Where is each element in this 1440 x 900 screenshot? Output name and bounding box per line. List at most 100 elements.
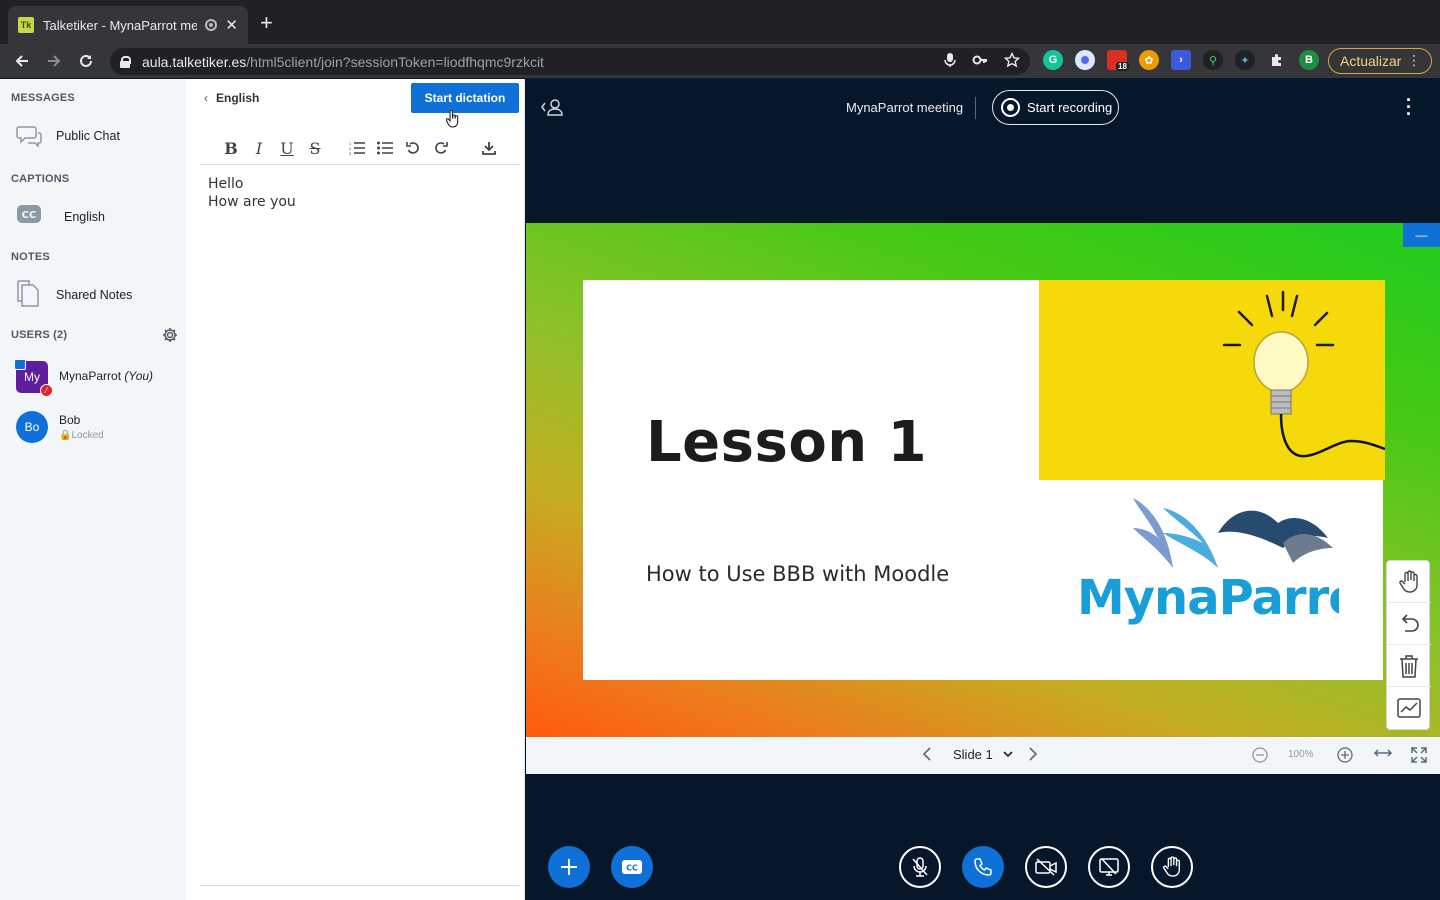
browser-tab-bar: Tk Talketiker - MynaParrot me ✕ + bbox=[0, 0, 1440, 44]
extension-badge: 18 bbox=[1116, 62, 1129, 71]
user-avatar-mynaparrot: My ⁄ bbox=[14, 359, 53, 397]
extension-pin-icon[interactable]: ✦ bbox=[1235, 50, 1255, 70]
meeting-title: MynaParrot meeting bbox=[846, 100, 964, 115]
zoom-level: 100% bbox=[1288, 749, 1314, 760]
logo-wordmark: MynaParrot bbox=[1077, 570, 1339, 626]
main-presentation-area: MynaParrot meeting Start recording · · · L… bbox=[526, 79, 1440, 900]
share-webcam-button[interactable] bbox=[1025, 846, 1067, 888]
captions-pad-panel: ‹ English Start dictation B I U S 123 Hel… bbox=[186, 79, 525, 900]
zoom-in-icon[interactable] bbox=[1336, 746, 1354, 767]
multi-user-whiteboard-tool[interactable] bbox=[1387, 687, 1431, 729]
download-icon[interactable] bbox=[478, 137, 500, 159]
minimize-presentation-button[interactable]: — bbox=[1403, 223, 1440, 247]
captions-toggle-button[interactable]: CC bbox=[611, 846, 653, 888]
start-dictation-button[interactable]: Start dictation bbox=[411, 83, 519, 113]
back-icon[interactable] bbox=[7, 46, 37, 76]
previous-slide-icon[interactable] bbox=[922, 746, 932, 765]
leave-audio-button[interactable] bbox=[962, 846, 1004, 888]
browser-tab[interactable]: Tk Talketiker - MynaParrot me ✕ bbox=[8, 6, 248, 44]
captions-back-button[interactable]: ‹ English bbox=[204, 91, 259, 105]
shared-notes-label: Shared Notes bbox=[56, 288, 133, 302]
user-row-bob[interactable]: Bo Bob 🔒Locked bbox=[0, 409, 186, 445]
user-name: Bob bbox=[59, 413, 81, 427]
presentation-slide-area: Lesson 1 How to Use BBB with Moodle Myna… bbox=[526, 223, 1440, 737]
next-slide-icon[interactable] bbox=[1028, 746, 1038, 765]
favicon-icon: Tk bbox=[18, 17, 34, 33]
unordered-list-icon[interactable] bbox=[374, 137, 396, 159]
more-options-icon[interactable]: · · · bbox=[1404, 91, 1414, 123]
extension-bulb-icon[interactable]: ⚲ bbox=[1203, 50, 1223, 70]
pan-hand-tool[interactable] bbox=[1387, 561, 1431, 603]
slide-subtitle: How to Use BBB with Moodle bbox=[646, 562, 950, 586]
closed-captions-icon: CC bbox=[622, 860, 642, 874]
user-list-panel: MESSAGES Public Chat CAPTIONS CC English… bbox=[0, 79, 186, 900]
address-bar[interactable]: aula.talketiker.es/html5client/join?sess… bbox=[110, 48, 1030, 75]
fit-to-width-icon[interactable] bbox=[1373, 746, 1393, 763]
presenter-icon bbox=[14, 359, 26, 370]
notes-section-title: NOTES bbox=[11, 251, 50, 263]
reload-icon[interactable] bbox=[71, 46, 101, 76]
hand-icon bbox=[1163, 856, 1180, 877]
fullscreen-icon[interactable] bbox=[1410, 746, 1428, 767]
todoist-extension-icon[interactable]: 18 bbox=[1107, 50, 1129, 71]
forward-icon[interactable] bbox=[39, 46, 69, 76]
slide-selector[interactable]: Slide 1 bbox=[953, 747, 1014, 762]
start-recording-button[interactable]: Start recording bbox=[992, 90, 1119, 125]
users-settings-gear-icon[interactable] bbox=[162, 327, 178, 348]
captions-editor[interactable]: Hello How are you bbox=[208, 175, 296, 211]
slide-controls-bar: Slide 1 100% bbox=[526, 737, 1440, 774]
star-icon[interactable] bbox=[1003, 51, 1021, 71]
mouse-cursor-icon bbox=[445, 109, 460, 133]
browser-menu-icon[interactable]: ⋮ bbox=[1407, 52, 1421, 69]
bold-icon[interactable]: B bbox=[220, 137, 242, 159]
update-label: Actualizar bbox=[1340, 53, 1402, 69]
lightbulb-icon bbox=[1222, 290, 1386, 458]
user-locked-status: 🔒Locked bbox=[59, 430, 104, 441]
undo-icon[interactable] bbox=[402, 137, 424, 159]
raise-hand-button[interactable] bbox=[1151, 846, 1193, 888]
grammarly-extension-icon[interactable]: G bbox=[1043, 50, 1063, 70]
notes-icon bbox=[16, 280, 42, 307]
clear-annotations-tool[interactable] bbox=[1387, 645, 1431, 687]
profile-avatar[interactable]: B bbox=[1299, 50, 1319, 70]
share-screen-button[interactable] bbox=[1088, 846, 1130, 888]
camera-off-icon bbox=[1035, 858, 1057, 876]
extension-orange-icon[interactable]: ✿ bbox=[1139, 50, 1159, 70]
undo-annotation-tool[interactable] bbox=[1387, 603, 1431, 645]
key-icon[interactable] bbox=[972, 52, 988, 71]
microphone-icon[interactable] bbox=[944, 52, 956, 71]
actions-plus-button[interactable] bbox=[548, 846, 590, 888]
svg-text:CC: CC bbox=[22, 210, 37, 221]
extension-arrow-icon[interactable]: › bbox=[1171, 50, 1191, 70]
user-avatar-bob: Bo bbox=[16, 411, 48, 443]
new-tab-icon[interactable]: + bbox=[260, 12, 273, 34]
update-button[interactable]: Actualizar ⋮ bbox=[1328, 48, 1432, 74]
user-row-mynaparrot[interactable]: My ⁄ MynaParrot (You) bbox=[0, 359, 186, 397]
italic-icon[interactable]: I bbox=[248, 137, 270, 159]
strikethrough-icon[interactable]: S bbox=[304, 137, 326, 159]
record-label: Start recording bbox=[1027, 100, 1113, 115]
caption-line: Hello bbox=[208, 176, 244, 192]
caption-line: How are you bbox=[208, 194, 296, 210]
extension-circle-icon[interactable] bbox=[1075, 50, 1095, 70]
ordered-list-icon[interactable]: 123 bbox=[346, 137, 368, 159]
record-icon bbox=[1001, 98, 1020, 117]
zoom-out-icon[interactable] bbox=[1251, 746, 1269, 767]
redo-icon[interactable] bbox=[430, 137, 452, 159]
shared-notes-item[interactable]: Shared Notes bbox=[0, 277, 186, 313]
lock-icon: 🔒 bbox=[59, 430, 72, 441]
slide-image-lightbulb bbox=[1039, 280, 1386, 480]
toggle-userlist-icon[interactable] bbox=[540, 97, 564, 122]
avatar-initials: Bo bbox=[24, 420, 40, 434]
captions-english-item[interactable]: CC English bbox=[0, 199, 186, 235]
extensions-puzzle-icon[interactable] bbox=[1267, 50, 1287, 70]
underline-icon[interactable]: U bbox=[276, 137, 298, 159]
unmute-microphone-button[interactable] bbox=[899, 846, 941, 888]
public-chat-item[interactable]: Public Chat bbox=[0, 118, 186, 154]
muted-icon: ⁄ bbox=[40, 384, 53, 397]
user-name: MynaParrot (You) bbox=[59, 369, 154, 383]
tab-close-icon[interactable]: ✕ bbox=[225, 16, 238, 34]
microphone-muted-icon bbox=[912, 857, 928, 877]
editor-toolbar: B I U S 123 bbox=[200, 135, 520, 165]
slide: Lesson 1 How to Use BBB with Moodle Myna… bbox=[583, 280, 1386, 680]
